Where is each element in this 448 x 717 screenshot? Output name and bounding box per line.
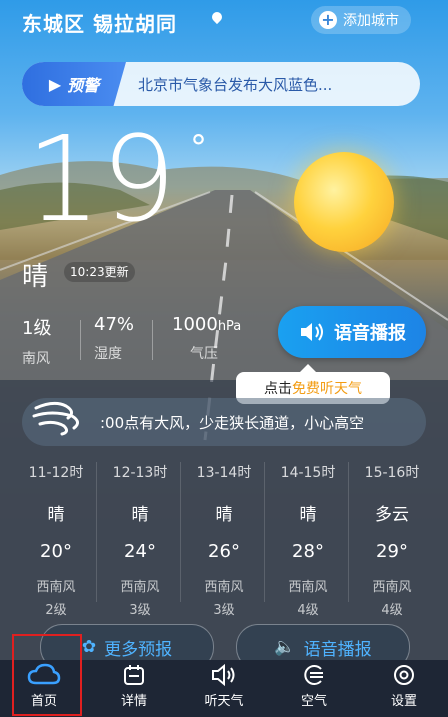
- hourly-condition: 晴: [47, 505, 65, 525]
- pressure-stat: 1000hPa 气压: [172, 314, 241, 363]
- wind-level: 1级: [22, 318, 52, 339]
- hourly-wind: 西南风: [288, 580, 328, 595]
- add-city-button[interactable]: + 添加城市: [311, 6, 411, 34]
- hourly-wind: 西南风: [36, 580, 76, 595]
- hourly-wind: 西南风: [372, 580, 412, 595]
- sun-icon: [294, 152, 394, 252]
- tip-prefix: 点击: [264, 381, 292, 397]
- wind-stat: 1级 南风: [22, 314, 51, 368]
- plus-icon: +: [319, 11, 337, 29]
- speaker-icon: [301, 323, 323, 341]
- hourly-forecast-item[interactable]: 13-14时 晴 26° 西南风 3级: [182, 462, 266, 618]
- calendar-icon: [94, 660, 174, 690]
- location-title[interactable]: 东城区 锡拉胡同: [22, 8, 177, 37]
- hourly-condition: 晴: [299, 505, 317, 525]
- hourly-forecast-item[interactable]: 15-16时 多云 29° 西南风 4级: [350, 462, 434, 618]
- tab-air[interactable]: 空气: [274, 660, 354, 717]
- tab-details[interactable]: 详情: [94, 660, 174, 717]
- hourly-forecast-item[interactable]: 14-15时 晴 28° 西南风 4级: [266, 462, 350, 618]
- hourly-wind-level: 2级: [45, 603, 67, 618]
- tab-label: 空气: [300, 694, 327, 709]
- home-tab-highlight: [12, 634, 82, 716]
- pressure-reading: 1000hPa: [172, 314, 241, 335]
- settings-icon: [364, 660, 444, 690]
- update-time-badge: 10:23更新: [64, 262, 135, 282]
- grid-icon: ✿: [81, 637, 97, 657]
- hourly-temp: 20°: [40, 541, 72, 562]
- hourly-time: 12-13时: [112, 465, 168, 481]
- hourly-condition: 晴: [131, 505, 149, 525]
- more-forecast-label: 更多预报: [104, 639, 173, 660]
- tab-listen[interactable]: 听天气: [184, 660, 264, 717]
- hourly-wind-level: 4级: [381, 603, 403, 618]
- hourly-time: 13-14时: [196, 465, 252, 481]
- hourly-temp: 26°: [208, 541, 240, 562]
- speaker-icon: 🔈: [274, 637, 296, 657]
- hourly-time: 14-15时: [280, 465, 336, 481]
- hourly-forecast-item[interactable]: 11-12时 晴 20° 西南风 2级: [14, 462, 98, 618]
- humidity-label: 湿度: [94, 346, 122, 362]
- pressure-label: 气压: [190, 346, 218, 362]
- hourly-condition: 晴: [215, 505, 233, 525]
- hourly-temp: 24°: [124, 541, 156, 562]
- add-city-label: 添加城市: [343, 13, 399, 29]
- hourly-wind: 西南风: [120, 580, 160, 595]
- wind-icon: [32, 401, 79, 436]
- current-temperature: 19: [26, 110, 177, 248]
- pressure-unit: hPa: [217, 319, 242, 334]
- voice-report-button[interactable]: 语音播报: [278, 306, 426, 358]
- hourly-wind-level: 3级: [129, 603, 151, 618]
- humidity-stat: 47% 湿度: [94, 314, 134, 363]
- speaker-icon: [184, 660, 264, 690]
- humidity-value: 47%: [94, 314, 135, 335]
- tab-label: 设置: [390, 694, 417, 709]
- wind-direction: 南风: [22, 351, 50, 367]
- hourly-forecast-item[interactable]: 12-13时 晴 24° 西南风 3级: [98, 462, 182, 618]
- voice-report-secondary-label: 语音播报: [303, 639, 372, 660]
- alert-tag: ▶ 预警: [22, 62, 126, 106]
- divider: [80, 320, 81, 360]
- hourly-time: 15-16时: [364, 465, 420, 481]
- hourly-wind: 西南风: [204, 580, 244, 595]
- wind-warning-text: :00点有大风，少走狭长通道，小心高空: [100, 414, 365, 432]
- air-icon: [274, 660, 354, 690]
- divider: [152, 320, 153, 360]
- weather-alert-banner[interactable]: ▶ 预警 北京市气象台发布大风蓝色...: [22, 62, 420, 106]
- tab-label: 详情: [120, 694, 147, 709]
- tab-label: 听天气: [204, 694, 244, 709]
- alert-tag-label: 预警: [67, 76, 100, 95]
- alert-message: 北京市气象台发布大风蓝色...: [138, 76, 333, 94]
- hourly-temp: 28°: [292, 541, 324, 562]
- tip-highlight: 免费听天气: [292, 381, 362, 397]
- alert-megaphone-icon: ▶: [48, 74, 62, 94]
- hourly-wind-level: 4级: [297, 603, 319, 618]
- hourly-wind-level: 3级: [213, 603, 235, 618]
- hourly-condition: 多云: [375, 505, 409, 525]
- degree-symbol: °: [190, 128, 207, 168]
- voice-report-label: 语音播报: [334, 323, 406, 344]
- tab-settings[interactable]: 设置: [364, 660, 444, 717]
- hourly-time: 11-12时: [28, 465, 84, 481]
- pressure-value: 1000: [172, 314, 218, 335]
- current-condition: 晴: [22, 262, 49, 292]
- hourly-temp: 29°: [376, 541, 408, 562]
